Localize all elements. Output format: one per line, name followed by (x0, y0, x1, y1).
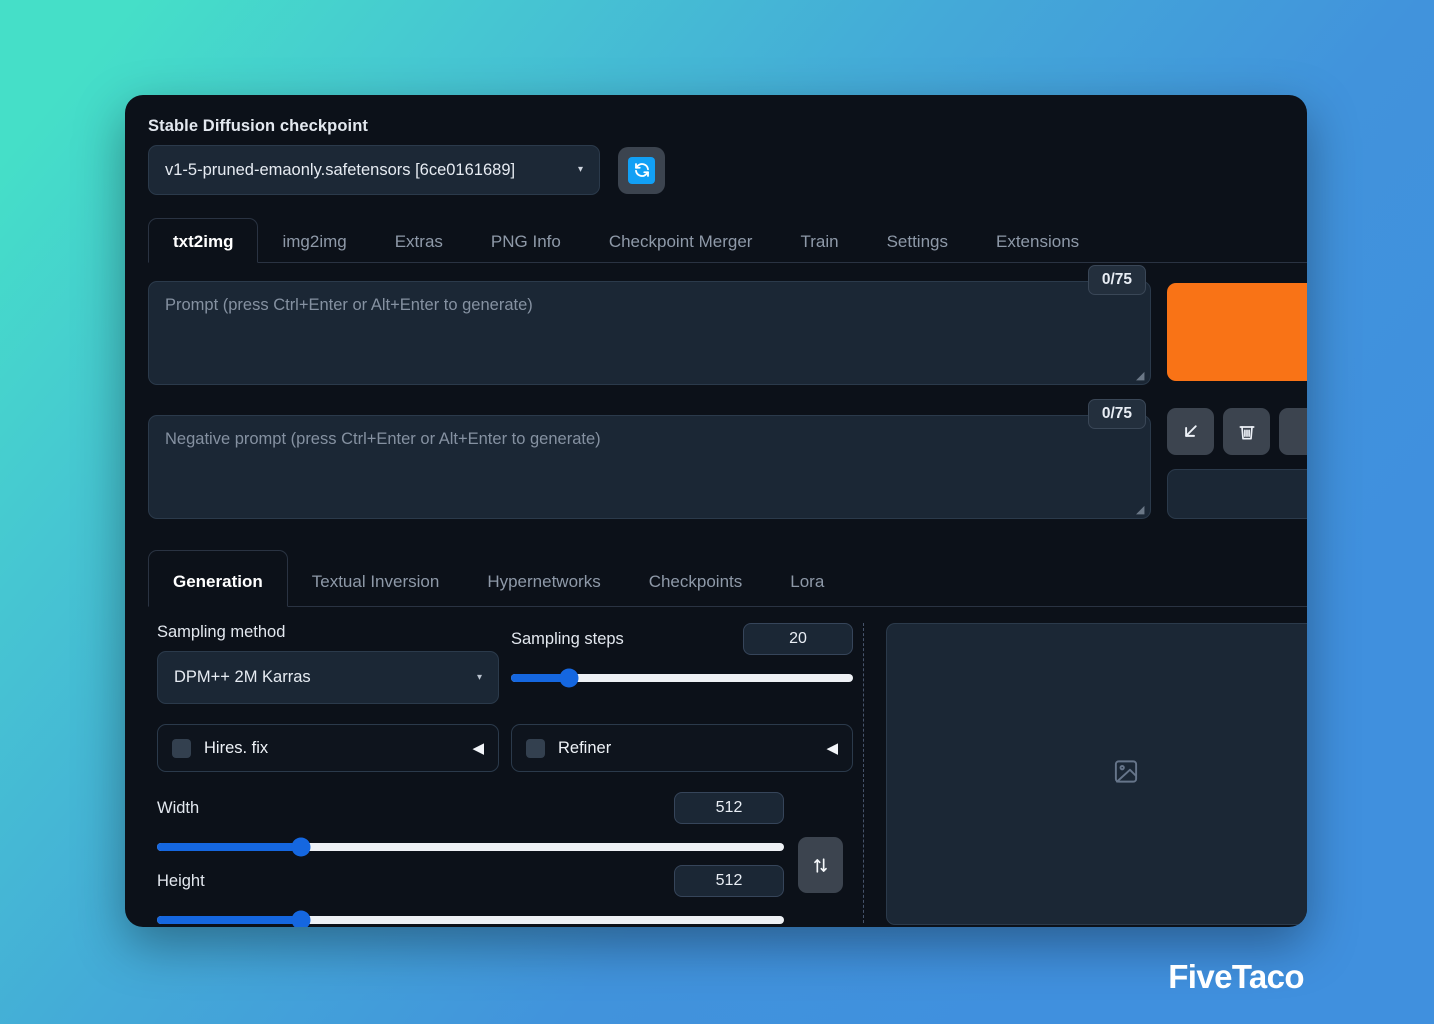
sampling-method-select[interactable]: DPM++ 2M Karras ▾ (157, 651, 499, 704)
negative-prompt-placeholder: Negative prompt (press Ctrl+Enter or Alt… (165, 430, 601, 448)
resize-grip-icon[interactable]: ◢ (1136, 371, 1146, 382)
fivetaco-watermark: FiveTaco (1168, 958, 1304, 995)
sampling-method-group: Sampling method DPM++ 2M Karras ▾ (157, 623, 499, 704)
sampler-steps-row: Sampling method DPM++ 2M Karras ▾ Sampli… (157, 623, 853, 704)
column-divider (863, 623, 864, 923)
output-column (886, 623, 1307, 925)
stable-diffusion-webui-window: Stable Diffusion checkpoint v1-5-pruned-… (125, 95, 1307, 927)
tab-checkpoints[interactable]: Checkpoints (625, 573, 767, 606)
tab-img2img[interactable]: img2img (258, 233, 370, 262)
sampling-steps-value[interactable]: 20 (743, 623, 853, 655)
arrow-down-left-icon[interactable] (1167, 408, 1214, 455)
tab-extensions[interactable]: Extensions (972, 233, 1103, 262)
chevron-left-icon[interactable]: ◀ (472, 741, 484, 756)
tab-train[interactable]: Train (776, 233, 862, 262)
prompt-token-counter: 0/75 (1087, 265, 1146, 295)
tab-generation[interactable]: Generation (148, 550, 288, 607)
width-value[interactable]: 512 (674, 792, 784, 824)
resize-grip-icon[interactable]: ◢ (1136, 505, 1146, 516)
checkpoint-label: Stable Diffusion checkpoint (148, 117, 368, 135)
tab-hypernetworks[interactable]: Hypernetworks (463, 573, 624, 606)
sampling-steps-group: Sampling steps 20 (511, 623, 853, 704)
image-output-panel[interactable] (886, 623, 1307, 925)
width-label: Width (157, 798, 200, 817)
main-tab-bar: txt2img img2img Extras PNG Info Checkpoi… (148, 218, 1307, 263)
width-slider[interactable] (157, 837, 784, 857)
prompt-zone: Prompt (press Ctrl+Enter or Alt+Enter to… (148, 265, 1307, 519)
tab-textual-inversion[interactable]: Textual Inversion (288, 573, 464, 606)
negative-prompt-input[interactable]: Negative prompt (press Ctrl+Enter or Alt… (148, 399, 1151, 519)
height-value[interactable]: 512 (674, 865, 784, 897)
prompt-input[interactable]: Prompt (press Ctrl+Enter or Alt+Enter to… (148, 265, 1151, 385)
refiner-checkbox[interactable] (526, 738, 545, 758)
generate-button[interactable] (1167, 283, 1307, 381)
generation-settings-column: Sampling method DPM++ 2M Karras ▾ Sampli… (148, 623, 853, 927)
chevron-down-icon: ▾ (476, 672, 482, 683)
trash-icon[interactable] (1223, 408, 1270, 455)
extra-networks-icon[interactable] (1279, 408, 1307, 455)
dimension-sliders: Width 512 Height 512 (157, 792, 784, 927)
sampling-method-value: DPM++ 2M Karras (174, 668, 311, 686)
refiner-accordion[interactable]: Refiner ◀ (511, 724, 853, 772)
height-label: Height (157, 871, 205, 890)
chevron-down-icon: ▾ (577, 164, 583, 175)
checkpoint-value: v1-5-pruned-emaonly.safetensors [6ce0161… (165, 160, 516, 179)
generation-panel: Sampling method DPM++ 2M Karras ▾ Sampli… (148, 623, 1307, 927)
width-group: Width 512 (157, 792, 784, 857)
height-group: Height 512 (157, 865, 784, 927)
sub-tab-bar: Generation Textual Inversion Hypernetwor… (148, 545, 1307, 607)
slider-fill (157, 843, 302, 851)
hires-fix-accordion[interactable]: Hires. fix ◀ (157, 724, 499, 772)
slider-knob[interactable] (559, 668, 579, 688)
tab-checkpoint-merger[interactable]: Checkpoint Merger (585, 233, 777, 262)
tab-settings[interactable]: Settings (863, 233, 972, 262)
hires-fix-label: Hires. fix (204, 738, 269, 757)
prompt-column: Prompt (press Ctrl+Enter or Alt+Enter to… (148, 265, 1151, 519)
dimensions-row: Width 512 Height 512 (157, 792, 853, 927)
swap-dimensions-button[interactable] (798, 837, 843, 893)
tab-png-info[interactable]: PNG Info (467, 233, 585, 262)
refresh-icon (628, 156, 655, 184)
chevron-left-icon[interactable]: ◀ (826, 741, 838, 756)
refiner-label: Refiner (558, 738, 612, 757)
sampling-method-label: Sampling method (157, 623, 286, 641)
tab-lora[interactable]: Lora (766, 573, 848, 606)
slider-knob[interactable] (291, 837, 311, 857)
slider-knob[interactable] (291, 910, 311, 927)
slider-fill (157, 916, 302, 924)
sampling-steps-label: Sampling steps (511, 629, 624, 648)
styles-dropdown[interactable] (1167, 469, 1307, 519)
action-column (1167, 281, 1307, 519)
negative-prompt-token-counter: 0/75 (1087, 399, 1146, 429)
app-content: Stable Diffusion checkpoint v1-5-pruned-… (125, 95, 1307, 927)
hires-fix-checkbox[interactable] (172, 738, 191, 758)
checkpoint-row: v1-5-pruned-emaonly.safetensors [6ce0161… (148, 145, 1307, 195)
tab-extras[interactable]: Extras (371, 233, 467, 262)
sampling-steps-slider[interactable] (511, 668, 853, 688)
checkpoint-select[interactable]: v1-5-pruned-emaonly.safetensors [6ce0161… (148, 145, 600, 195)
height-slider[interactable] (157, 910, 784, 927)
refresh-checkpoints-button[interactable] (618, 146, 665, 194)
image-placeholder-icon (1113, 758, 1140, 790)
prompt-placeholder: Prompt (press Ctrl+Enter or Alt+Enter to… (165, 296, 533, 314)
toggles-row: Hires. fix ◀ Refiner ◀ (157, 724, 853, 772)
prompt-icon-row (1167, 408, 1307, 455)
tab-txt2img[interactable]: txt2img (148, 218, 259, 263)
